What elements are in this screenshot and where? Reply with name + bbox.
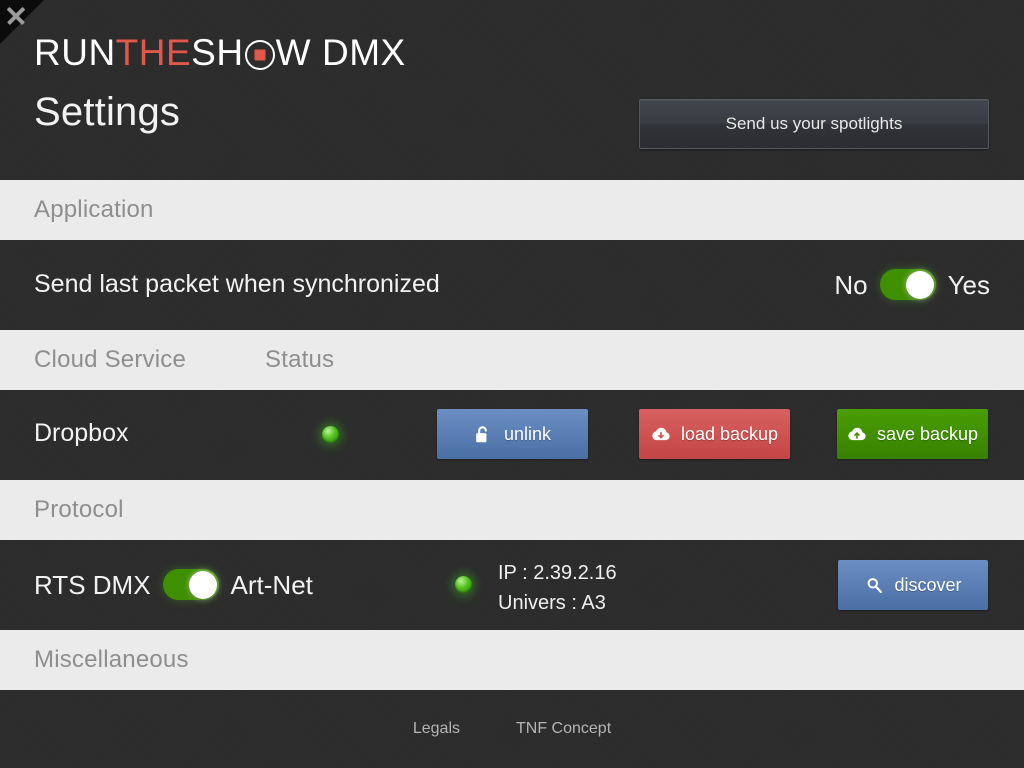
sync-toggle-label-no: No	[834, 269, 868, 300]
protocol-toggle-knob	[188, 570, 217, 599]
protocol-toggle-switch[interactable]	[162, 569, 219, 600]
sync-toggle-label-yes: Yes	[947, 269, 990, 300]
row-send-last-packet: Send last packet when synchronized No Ye…	[0, 240, 1024, 330]
cloud-download-icon	[651, 424, 671, 444]
logo-text-sh: SH	[191, 32, 244, 73]
section-title-protocol: Protocol	[34, 496, 124, 523]
close-x-icon[interactable]	[4, 4, 28, 28]
footer-link-tnf-concept[interactable]: TNF Concept	[516, 720, 611, 738]
protocol-universe-line: Univers : A3	[498, 592, 606, 614]
save-backup-button[interactable]: save backup	[837, 409, 988, 459]
settings-screen: RUNTHESH W DMX Settings Send us your spotl…	[0, 0, 1024, 768]
unlink-label: unlink	[503, 423, 552, 444]
send-spotlights-button[interactable]: Send us your spotlights	[639, 99, 989, 149]
discover-button[interactable]: discover	[838, 560, 988, 610]
status-led-protocol	[455, 576, 472, 593]
unlock-icon	[474, 424, 494, 444]
row-label-send-last-packet: Send last packet when synchronized	[34, 270, 440, 298]
status-led-dropbox	[322, 426, 339, 443]
section-header-application: Application	[0, 180, 1024, 240]
app-logo: RUNTHESH W DMX	[34, 34, 406, 71]
footer: Legals TNF Concept	[0, 690, 1024, 768]
protocol-toggle-label-art-net: Art-Net	[230, 569, 313, 600]
sync-toggle-knob	[905, 270, 934, 299]
footer-link-legals[interactable]: Legals	[413, 720, 460, 738]
row-protocol: RTS DMX Art-Net IP : 2.39.2.16 Univers :…	[0, 540, 1024, 630]
protocol-ip-line: IP : 2.39.2.16	[498, 562, 617, 584]
unlink-button[interactable]: unlink	[437, 409, 588, 459]
cloud-upload-icon	[847, 424, 867, 444]
section-header-protocol: Protocol	[0, 480, 1024, 540]
section-header-miscellaneous: Miscellaneous	[0, 630, 1024, 690]
section-title-status: Status	[265, 346, 335, 373]
row-dropbox: Dropbox unlink load backup save backup	[0, 390, 1024, 480]
logo-text-dmx: DMX	[322, 32, 406, 73]
section-title-application: Application	[34, 196, 154, 223]
sync-toggle-switch[interactable]	[879, 269, 936, 300]
row-label-dropbox: Dropbox	[34, 419, 129, 447]
send-spotlights-label: Send us your spotlights	[725, 114, 903, 133]
logo-text-run: RUN	[34, 32, 116, 73]
protocol-toggle-label-rts-dmx: RTS DMX	[34, 569, 151, 600]
header: RUNTHESH W DMX Settings Send us your spotl…	[0, 0, 1024, 180]
save-backup-label: save backup	[876, 423, 979, 444]
logo-text-the: THE	[115, 32, 192, 73]
sync-toggle-group: No Yes	[834, 269, 990, 300]
protocol-network-info: IP : 2.39.2.16 Univers : A3	[498, 558, 617, 618]
load-backup-button[interactable]: load backup	[639, 409, 790, 459]
discover-label: discover	[894, 574, 962, 595]
section-header-cloud-service: Cloud Service Status	[0, 330, 1024, 390]
section-title-cloud-service: Cloud Service	[34, 346, 187, 373]
page-title: Settings	[34, 90, 181, 134]
logo-text-w: W	[275, 32, 312, 73]
logo-o-mark-icon	[244, 40, 275, 70]
protocol-toggle-group: RTS DMX Art-Net	[34, 569, 313, 600]
load-backup-label: load backup	[680, 423, 779, 444]
search-icon	[864, 575, 884, 595]
section-title-miscellaneous: Miscellaneous	[34, 646, 189, 673]
